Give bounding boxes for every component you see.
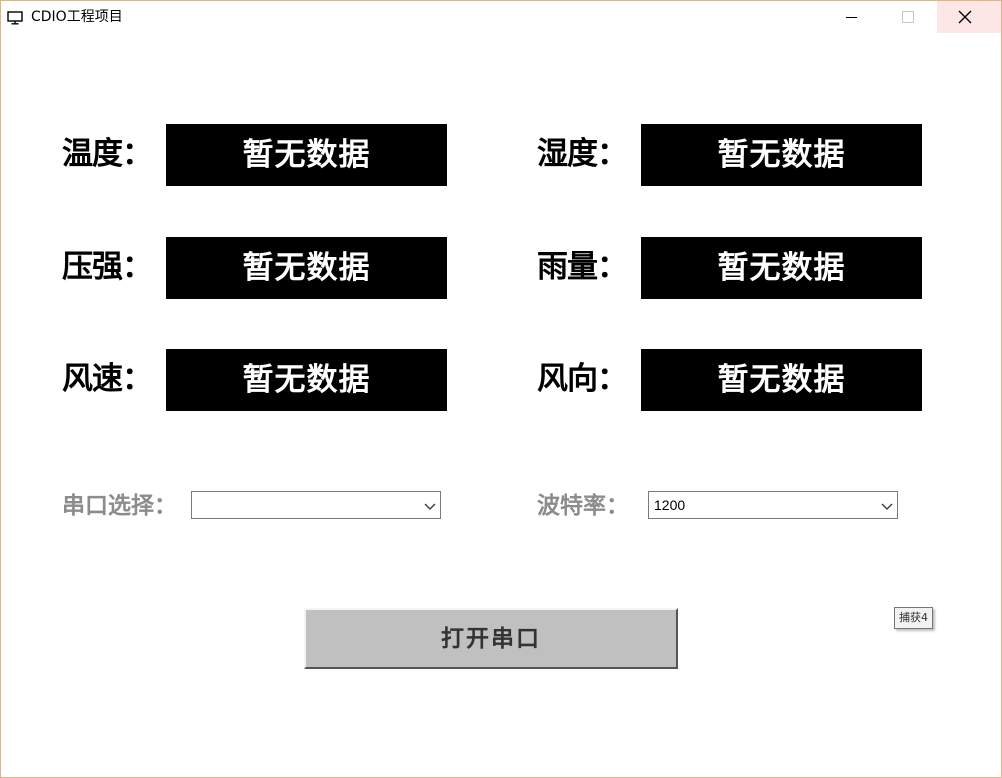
chevron-down-icon — [422, 498, 438, 514]
wind-speed-value: 暂无数据 — [166, 349, 447, 411]
baud-rate-select[interactable]: 1200 — [648, 491, 898, 519]
rainfall-label: 雨量： — [537, 249, 628, 285]
maximize-icon — [902, 11, 914, 23]
baud-rate-value: 1200 — [654, 497, 686, 513]
maximize-button[interactable] — [880, 1, 936, 33]
humidity-label: 湿度： — [537, 136, 628, 172]
close-button[interactable] — [937, 1, 1001, 33]
app-window: CDIO工程项目 温度： 暂无数据 湿度： 暂无数据 压强： 暂无数据 雨量： … — [0, 0, 1002, 778]
wind-direction-label: 风向： — [537, 361, 628, 397]
wind-speed-label: 风速： — [62, 361, 153, 397]
monitor-icon — [7, 10, 23, 25]
open-serial-port-button[interactable]: 打开串口 — [304, 608, 678, 669]
tooltip: 捕获4 — [894, 607, 933, 629]
pressure-value: 暂无数据 — [166, 237, 447, 299]
minimize-icon — [846, 17, 857, 18]
humidity-value: 暂无数据 — [641, 124, 922, 186]
serial-port-select[interactable] — [191, 491, 441, 519]
baud-rate-label: 波特率： — [537, 493, 629, 519]
serial-port-label: 串口选择： — [62, 493, 177, 519]
pressure-label: 压强： — [62, 249, 153, 285]
rainfall-value: 暂无数据 — [641, 237, 922, 299]
wind-direction-value: 暂无数据 — [641, 349, 922, 411]
temperature-value: 暂无数据 — [166, 124, 447, 186]
window-title: CDIO工程项目 — [31, 9, 123, 25]
close-icon — [958, 10, 972, 24]
title-bar[interactable]: CDIO工程项目 — [1, 1, 1001, 33]
temperature-label: 温度： — [62, 136, 153, 172]
chevron-down-icon — [879, 498, 895, 514]
minimize-button[interactable] — [824, 1, 880, 33]
